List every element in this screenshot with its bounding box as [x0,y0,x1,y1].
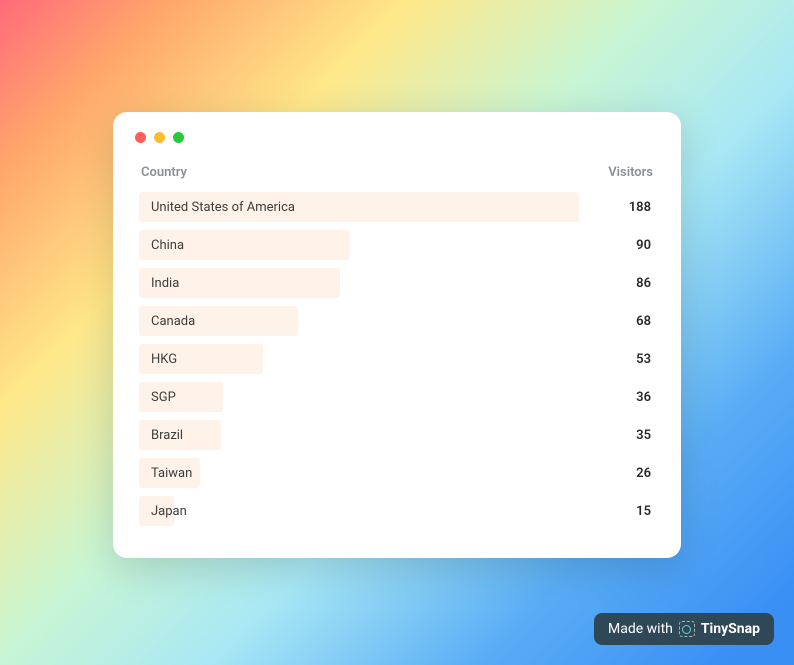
window-controls [135,132,655,143]
bar-label: Japan [139,504,636,519]
watermark-prefix: Made with [608,621,673,637]
table-row: Canada68 [139,306,655,336]
table-row: Taiwan26 [139,458,655,488]
table-row: HKG53 [139,344,655,374]
bar-value: 26 [636,466,655,481]
maximize-icon[interactable] [173,132,184,143]
bar-value: 68 [636,314,655,329]
table-row: SGP36 [139,382,655,412]
chart-window: Country Visitors United States of Americ… [113,112,681,558]
header-visitors: Visitors [608,165,653,180]
bar-value: 36 [636,390,655,405]
bar-value: 188 [629,200,655,215]
bar-label: HKG [139,352,636,367]
bar-label: China [139,238,636,253]
table-row: China90 [139,230,655,260]
bar-value: 90 [636,238,655,253]
bar-value: 53 [636,352,655,367]
table-row: India86 [139,268,655,298]
bar-label: United States of America [139,200,629,215]
bar-value: 15 [636,504,655,519]
watermark-badge[interactable]: Made with TinySnap [594,613,774,645]
table-row: Brazil35 [139,420,655,450]
watermark-brand: TinySnap [701,621,760,637]
tinysnap-icon [679,621,695,637]
close-icon[interactable] [135,132,146,143]
bar-value: 86 [636,276,655,291]
bar-label: India [139,276,636,291]
bar-label: Taiwan [139,466,636,481]
bar-label: Brazil [139,428,636,443]
bar-chart: United States of America188 China90 India8… [139,192,655,526]
table-row: Japan15 [139,496,655,526]
bar-label: SGP [139,390,636,405]
table-row: United States of America188 [139,192,655,222]
table-header: Country Visitors [139,165,655,180]
header-country: Country [141,165,187,180]
bar-label: Canada [139,314,636,329]
minimize-icon[interactable] [154,132,165,143]
bar-value: 35 [636,428,655,443]
